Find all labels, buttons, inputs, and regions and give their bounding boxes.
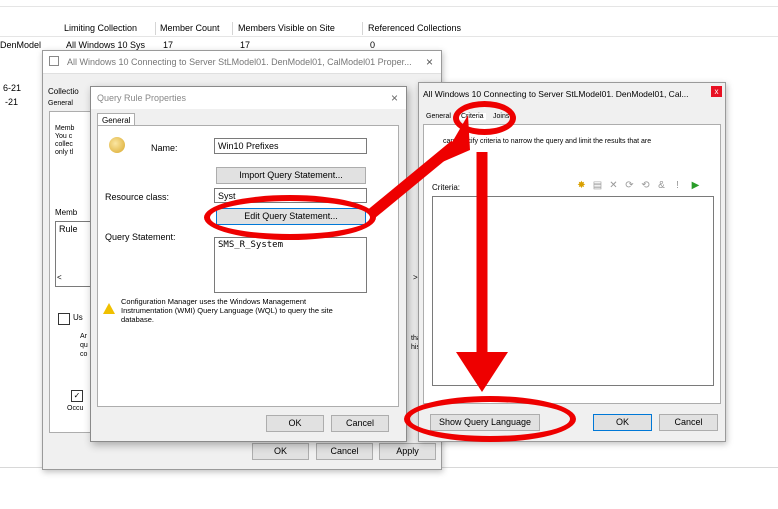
arrow-head — [440, 115, 470, 163]
arrow-to-criteria-tab — [366, 140, 459, 220]
annotation-arrows — [366, 115, 508, 392]
arrow-head — [456, 352, 508, 392]
